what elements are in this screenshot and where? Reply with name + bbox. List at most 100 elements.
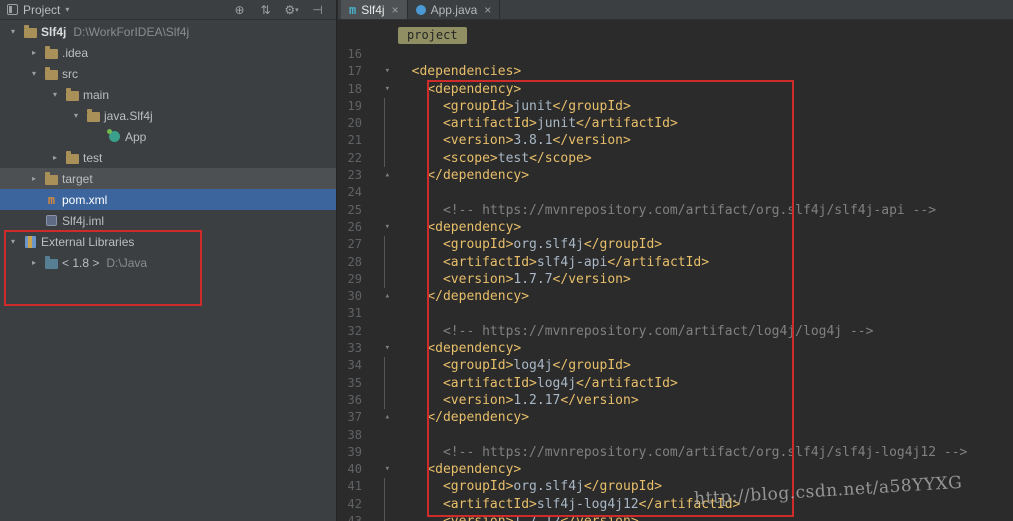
- fold-gutter: [362, 253, 396, 272]
- fold-gutter: [362, 478, 396, 497]
- code-line-24[interactable]: 24: [338, 184, 1013, 201]
- tree-item-idea[interactable]: ▸ .idea: [0, 42, 336, 63]
- expand-down-icon[interactable]: ▾: [4, 27, 22, 36]
- tab-label: Slf4j: [361, 2, 385, 17]
- folder-icon: [64, 87, 81, 101]
- library-icon: [22, 235, 39, 248]
- tree-item-test[interactable]: ▸ test: [0, 147, 336, 168]
- project-tree: ▾ Slf4j D:\WorkForIDEA\Slf4j ▸ .idea ▾ src ▾ mai…: [0, 21, 336, 273]
- fold-close-icon[interactable]: ▴: [362, 167, 396, 184]
- code-line-37[interactable]: 37 ▴ </dependency>: [338, 409, 1013, 426]
- code-line-40[interactable]: 40 ▾ <dependency>: [338, 461, 1013, 478]
- tree-item-external-libraries[interactable]: ▾ External Libraries: [0, 231, 336, 252]
- fold-gutter: [362, 391, 396, 410]
- code-line-17[interactable]: 17 ▾ <dependencies>: [338, 63, 1013, 80]
- code-text: <version>1.7.7</version>: [396, 271, 631, 287]
- jdk-icon: [43, 255, 60, 269]
- tree-item-slf4j-iml[interactable]: Slf4j.iml: [0, 210, 336, 231]
- hide-panel-icon[interactable]: ⊣: [307, 3, 328, 17]
- line-number: 33: [347, 341, 362, 356]
- code-line-30[interactable]: 30 ▴ </dependency>: [338, 288, 1013, 305]
- code-line-23[interactable]: 23 ▴ </dependency>: [338, 167, 1013, 184]
- expand-right-icon[interactable]: ▸: [25, 174, 43, 183]
- tree-item-main[interactable]: ▾ main: [0, 84, 336, 105]
- code-line-25[interactable]: 25 <!-- https://mvnrepository.com/artifa…: [338, 202, 1013, 219]
- module-icon: [43, 215, 60, 226]
- fold-open-icon[interactable]: ▾: [362, 81, 396, 98]
- tree-item-1-8[interactable]: ▸ < 1.8 > D:\Java: [0, 252, 336, 273]
- code-text: <groupId>org.slf4j</groupId>: [396, 237, 663, 253]
- tree-item-app[interactable]: App: [0, 126, 336, 147]
- code-line-33[interactable]: 33 ▾ <dependency>: [338, 340, 1013, 357]
- code-line-43[interactable]: 43 <version>1.7.12</version>: [338, 513, 1013, 521]
- code-line-27[interactable]: 27 <groupId>org.slf4j</groupId>: [338, 236, 1013, 254]
- code-line-18[interactable]: 18 ▾ <dependency>: [338, 81, 1013, 98]
- fold-gutter: [362, 149, 396, 168]
- expand-right-icon[interactable]: ▸: [46, 153, 64, 162]
- fold-close-icon[interactable]: ▴: [362, 288, 396, 305]
- code-line-20[interactable]: 20 <artifactId>junit</artifactId>: [338, 115, 1013, 133]
- fold-gutter: [362, 357, 396, 375]
- tab-slf4j[interactable]: m Slf4j ×: [341, 0, 408, 19]
- fold-gutter: [362, 270, 396, 289]
- fold-open-icon[interactable]: ▾: [362, 461, 396, 478]
- expand-down-icon[interactable]: ▾: [4, 237, 22, 246]
- code-line-36[interactable]: 36 <version>1.2.17</version>: [338, 391, 1013, 410]
- code-line-19[interactable]: 19 <groupId>junit</groupId>: [338, 97, 1013, 116]
- tree-item-target[interactable]: ▸ target: [0, 168, 336, 189]
- expand-down-icon[interactable]: ▾: [25, 69, 43, 78]
- expand-down-icon[interactable]: ▾: [67, 111, 85, 120]
- collapse-all-icon[interactable]: ⇅: [255, 3, 276, 17]
- code-line-39[interactable]: 39 <!-- https://mvnrepository.com/artifa…: [338, 444, 1013, 461]
- fold-gutter: [362, 305, 396, 322]
- code-line-22[interactable]: 22 <scope>test</scope>: [338, 149, 1013, 168]
- code-line-16[interactable]: 16: [338, 46, 1013, 63]
- code-line-42[interactable]: 42 <artifactId>slf4j-log4j12</artifactId…: [338, 495, 1013, 514]
- code-text: <dependency>: [396, 341, 522, 357]
- code-line-29[interactable]: 29 <version>1.7.7</version>: [338, 270, 1013, 289]
- fold-gutter: [362, 236, 396, 254]
- tree-item-slf4j[interactable]: ▾ Slf4j D:\WorkForIDEA\Slf4j: [0, 21, 336, 42]
- code-line-38[interactable]: 38: [338, 427, 1013, 444]
- tree-item-src[interactable]: ▾ src: [0, 63, 336, 84]
- code-line-32[interactable]: 32 <!-- https://mvnrepository.com/artifa…: [338, 323, 1013, 340]
- tree-item-label: External Libraries: [41, 234, 135, 249]
- code-line-21[interactable]: 21 <version>3.8.1</version>: [338, 132, 1013, 151]
- tree-item-path: D:\Java: [106, 255, 148, 270]
- panel-title[interactable]: Project: [23, 3, 60, 17]
- code-line-31[interactable]: 31: [338, 305, 1013, 322]
- code-text: <!-- https://mvnrepository.com/artifact/…: [396, 444, 968, 460]
- line-number: 18: [347, 81, 362, 96]
- project-panel-header: Project ▾ ⊕ ⇅ ⚙▾ ⊣: [0, 0, 336, 20]
- code-line-28[interactable]: 28 <artifactId>slf4j-api</artifactId>: [338, 253, 1013, 272]
- expand-down-icon[interactable]: ▾: [46, 90, 64, 99]
- tree-item-java-slf4j[interactable]: ▾ java.Slf4j: [0, 105, 336, 126]
- code-line-26[interactable]: 26 ▾ <dependency>: [338, 219, 1013, 236]
- fold-open-icon[interactable]: ▾: [362, 340, 396, 357]
- folder-icon: [85, 108, 102, 122]
- tree-item-pom-xml[interactable]: m pom.xml: [0, 189, 336, 210]
- expand-right-icon[interactable]: ▸: [25, 48, 43, 57]
- close-icon[interactable]: ×: [392, 3, 399, 17]
- editor-lines: 16 17 ▾ <dependencies> 18 ▾ <dependency> 19 <…: [338, 46, 1013, 521]
- editor-area: m Slf4j × App.java × project 16 17 ▾ <depe…: [338, 0, 1013, 521]
- code-line-34[interactable]: 34 <groupId>log4j</groupId>: [338, 357, 1013, 375]
- fold-close-icon[interactable]: ▴: [362, 409, 396, 426]
- close-icon[interactable]: ×: [484, 3, 491, 17]
- breadcrumb-tag-project[interactable]: project: [398, 27, 467, 44]
- expand-right-icon[interactable]: ▸: [25, 258, 43, 267]
- settings-icon[interactable]: ⚙▾: [281, 3, 302, 17]
- code-text: <scope>test</scope>: [396, 150, 592, 166]
- line-number: 34: [347, 358, 362, 373]
- line-number: 37: [347, 410, 362, 425]
- code-line-35[interactable]: 35 <artifactId>log4j</artifactId>: [338, 374, 1013, 393]
- tab-app-java[interactable]: App.java ×: [408, 0, 501, 19]
- line-number: 22: [347, 150, 362, 165]
- fold-gutter: [362, 115, 396, 133]
- fold-open-icon[interactable]: ▾: [362, 63, 396, 80]
- folder-icon: [43, 45, 60, 59]
- fold-open-icon[interactable]: ▾: [362, 219, 396, 236]
- locate-icon[interactable]: ⊕: [229, 3, 250, 17]
- code-line-41[interactable]: 41 <groupId>org.slf4j</groupId>: [338, 478, 1013, 497]
- chevron-down-icon[interactable]: ▾: [65, 5, 69, 14]
